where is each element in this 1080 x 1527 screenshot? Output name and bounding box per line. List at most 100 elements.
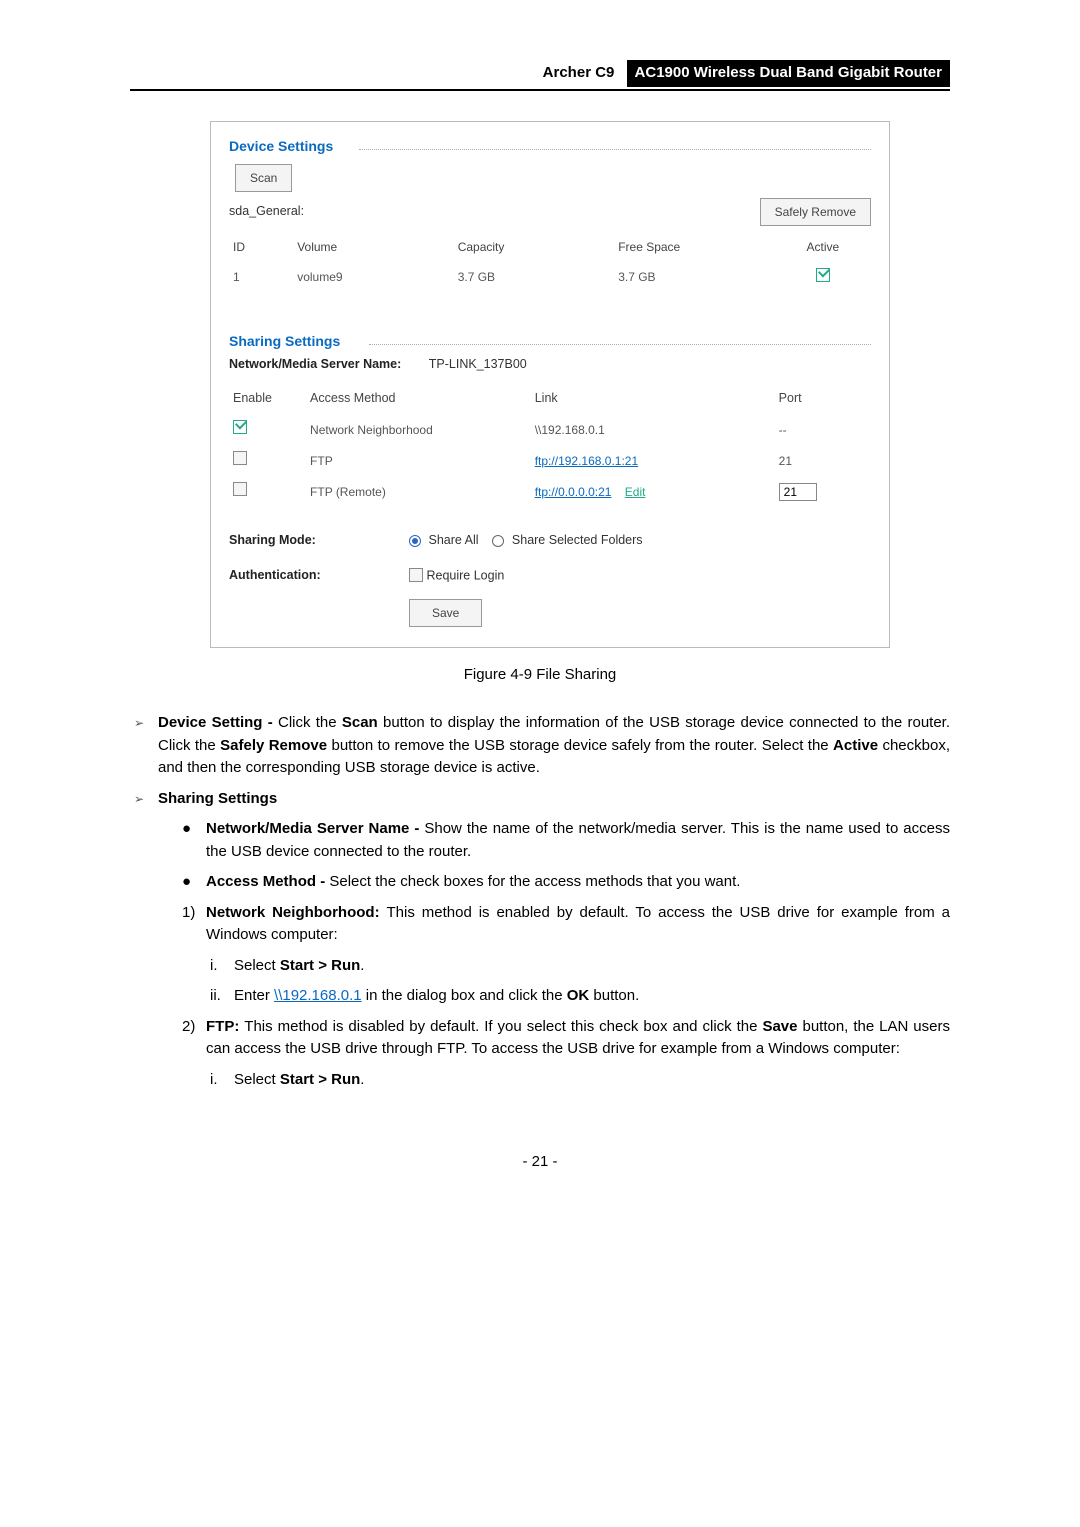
authentication-label: Authentication: [229, 566, 409, 585]
text-bold: Scan [342, 714, 378, 731]
text: button. [589, 987, 639, 1004]
num-marker: 1) [178, 902, 206, 947]
share-selected-radio[interactable] [492, 535, 504, 547]
settings-panel: Device Settings Scan sda_General: Safely… [210, 121, 890, 648]
col-method: Access Method [306, 383, 531, 414]
text: This method is disabled by default. If y… [244, 1018, 762, 1035]
sharing-mode-label: Sharing Mode: [229, 531, 409, 550]
figure-caption: Figure 4-9 File Sharing [130, 664, 950, 687]
col-capacity: Capacity [454, 232, 615, 262]
table-header-row: Enable Access Method Link Port [229, 383, 871, 414]
col-enable: Enable [229, 383, 306, 414]
nmsn-value: TP-LINK_137B00 [429, 357, 527, 371]
device-settings-title: Device Settings [229, 136, 341, 157]
list-item: 1) Network Neighborhood: This method is … [178, 902, 950, 947]
page-number: - 21 - [130, 1151, 950, 1174]
disk-label: sda_General: [229, 202, 304, 221]
num-marker: i. [206, 1069, 234, 1092]
table-row: FTP ftp://192.168.0.1:21 21 [229, 445, 871, 476]
cell-freespace: 3.7 GB [614, 262, 775, 293]
text: Select [234, 1071, 280, 1088]
ip-link[interactable]: \\192.168.0.1 [274, 987, 362, 1004]
bullet-icon: ● [178, 871, 206, 894]
scan-button[interactable]: Scan [235, 164, 292, 192]
text-bold: Start > Run [280, 957, 360, 974]
ftp-lead: FTP: [206, 1018, 244, 1035]
method-ftpremote: FTP (Remote) [306, 476, 531, 507]
port-ftp: 21 [775, 445, 871, 476]
text: Select the check boxes for the access me… [329, 873, 740, 890]
device-setting-lead: Device Setting - [158, 714, 278, 731]
edit-link[interactable]: Edit [625, 485, 646, 499]
arrow-icon [134, 712, 154, 735]
divider [359, 149, 871, 150]
cell-capacity: 3.7 GB [454, 262, 615, 293]
text-bold: Safely Remove [220, 737, 327, 754]
list-item: 2) FTP: This method is disabled by defau… [178, 1016, 950, 1061]
port-nn: -- [775, 414, 871, 445]
table-row: 1 volume9 3.7 GB 3.7 GB [229, 262, 871, 293]
col-volume: Volume [293, 232, 454, 262]
method-nn: Network Neighborhood [306, 414, 531, 445]
sharing-settings-title: Sharing Settings [229, 333, 340, 349]
list-item: Device Setting - Click the Scan button t… [130, 712, 950, 780]
link-nn: \\192.168.0.1 [531, 414, 775, 445]
text: Enter [234, 987, 274, 1004]
text-bold: OK [567, 987, 590, 1004]
method-ftp: FTP [306, 445, 531, 476]
col-active: Active [775, 232, 871, 262]
table-header-row: ID Volume Capacity Free Space Active [229, 232, 871, 262]
sharing-settings-lead: Sharing Settings [158, 790, 277, 807]
share-selected-label: Share Selected Folders [512, 533, 643, 547]
port-ftpremote-input[interactable] [779, 483, 817, 501]
text-bold: Active [833, 737, 878, 754]
col-port: Port [775, 383, 871, 414]
list-item: Sharing Settings [130, 788, 950, 811]
num-marker: ii. [206, 985, 234, 1008]
text: in the dialog box and click the [362, 987, 567, 1004]
divider [369, 344, 871, 345]
table-row: Network Neighborhood \\192.168.0.1 -- [229, 414, 871, 445]
text-bold: Start > Run [280, 1071, 360, 1088]
list-item: i. Select Start > Run. [206, 955, 950, 978]
nmsn-lead: Network/Media Server Name - [206, 820, 424, 837]
text: Select [234, 957, 280, 974]
text: button to remove the USB storage device … [327, 737, 833, 754]
sharing-table: Enable Access Method Link Port Network N… [229, 383, 871, 507]
col-freespace: Free Space [614, 232, 775, 262]
save-button[interactable]: Save [409, 599, 482, 627]
require-login-label: Require Login [426, 568, 504, 582]
text: Click the [278, 714, 342, 731]
cell-volume: volume9 [293, 262, 454, 293]
col-link: Link [531, 383, 775, 414]
enable-ftpremote-checkbox[interactable] [233, 482, 247, 496]
link-ftpremote[interactable]: ftp://0.0.0.0:21 [535, 485, 612, 499]
list-item: ● Access Method - Select the check boxes… [178, 871, 950, 894]
text: . [360, 1071, 364, 1088]
num-marker: 2) [178, 1016, 206, 1061]
volumes-table: ID Volume Capacity Free Space Active 1 v… [229, 232, 871, 293]
list-item: ● Network/Media Server Name - Show the n… [178, 818, 950, 863]
table-row: FTP (Remote) ftp://0.0.0.0:21 Edit [229, 476, 871, 507]
arrow-icon [134, 788, 154, 811]
require-login-checkbox[interactable] [409, 568, 423, 582]
text-bold: Save [762, 1018, 797, 1035]
device-model: Archer C9 [535, 60, 623, 87]
bullet-icon: ● [178, 818, 206, 863]
share-all-label: Share All [428, 533, 478, 547]
text: . [360, 957, 364, 974]
enable-ftp-checkbox[interactable] [233, 451, 247, 465]
link-ftp[interactable]: ftp://192.168.0.1:21 [535, 454, 638, 468]
safely-remove-button[interactable]: Safely Remove [760, 198, 871, 226]
access-method-lead: Access Method - [206, 873, 329, 890]
list-item: ii. Enter \\192.168.0.1 in the dialog bo… [206, 985, 950, 1008]
page-header: Archer C9 AC1900 Wireless Dual Band Giga… [130, 60, 950, 91]
list-item: i. Select Start > Run. [206, 1069, 950, 1092]
share-all-radio[interactable] [409, 535, 421, 547]
nmsn-label: Network/Media Server Name: [229, 357, 401, 371]
nn-lead: Network Neighborhood: [206, 904, 387, 921]
product-name: AC1900 Wireless Dual Band Gigabit Router [627, 60, 950, 87]
num-marker: i. [206, 955, 234, 978]
enable-nn-checkbox[interactable] [233, 420, 247, 434]
active-checkbox[interactable] [816, 268, 830, 282]
